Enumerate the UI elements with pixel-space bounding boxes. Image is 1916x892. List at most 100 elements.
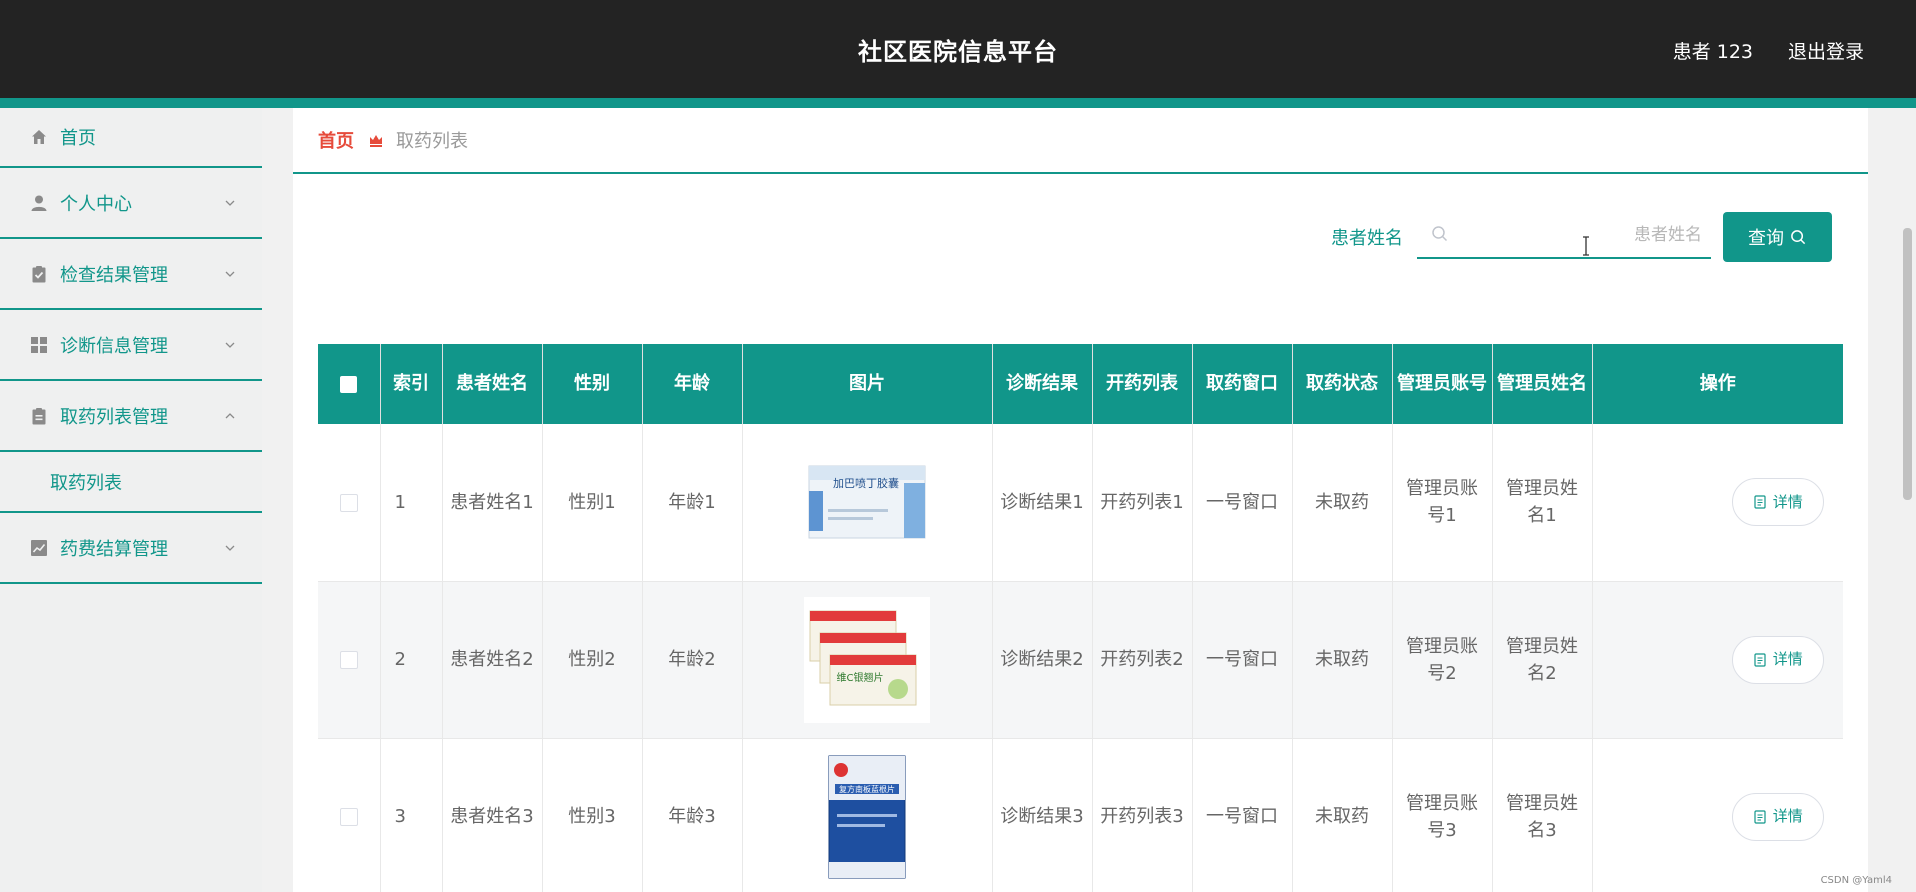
cell-name: 患者姓名3 xyxy=(442,738,543,892)
cell-gender: 性别2 xyxy=(542,581,643,739)
column-header: 年龄 xyxy=(642,344,743,424)
cell-status: 未取药 xyxy=(1292,738,1393,892)
detail-button[interactable]: 详情 xyxy=(1731,635,1824,684)
cell-index: 2 xyxy=(380,581,443,739)
cell-diagnosis: 诊断结果2 xyxy=(992,581,1093,739)
cell-index: 1 xyxy=(380,424,443,582)
crown-icon xyxy=(368,132,384,148)
select-all-cell[interactable] xyxy=(318,344,381,424)
column-header: 索引 xyxy=(380,344,443,424)
chevron-up-icon xyxy=(225,412,235,418)
search-label: 患者姓名 xyxy=(1331,228,1403,249)
sidebar-item-label: 取药列表管理 xyxy=(60,406,168,428)
grid-icon xyxy=(30,336,48,354)
detail-button[interactable]: 详情 xyxy=(1731,792,1824,841)
table-header-row: 索引 患者姓名 性别 年龄 图片 诊断结果 开药列表 取药窗口 取药状态 管理员… xyxy=(318,344,1843,424)
search-icon xyxy=(1432,226,1448,242)
header-accent-stripe xyxy=(0,98,1916,108)
search-field[interactable] xyxy=(1417,211,1711,259)
row-select-cell[interactable] xyxy=(318,581,381,739)
cell-window: 一号窗口 xyxy=(1192,581,1293,739)
chevron-down-icon xyxy=(225,342,235,348)
svg-text:加巴喷丁胶囊: 加巴喷丁胶囊 xyxy=(833,476,899,490)
column-header: 管理员账号 xyxy=(1392,344,1493,424)
cell-age: 年龄2 xyxy=(642,581,743,739)
cell-window: 一号窗口 xyxy=(1192,738,1293,892)
table-row: 1 患者姓名1 性别1 年龄1 加巴喷丁胶囊 诊断结果1 开药列表1 一号窗口 … xyxy=(318,424,1843,582)
cell-name: 患者姓名2 xyxy=(442,581,543,739)
cell-admin-account: 管理员账号3 xyxy=(1392,738,1493,892)
row-select-cell[interactable] xyxy=(318,424,381,582)
column-header: 患者姓名 xyxy=(442,344,543,424)
cell-gender: 性别1 xyxy=(542,424,643,582)
sidebar: 首页 个人中心 检查结果管理 诊断信息管理 取药列表管理 取药列表 药费结算管理 xyxy=(0,108,262,892)
column-header: 取药窗口 xyxy=(1192,344,1293,424)
chevron-down-icon xyxy=(225,545,235,551)
search-input[interactable] xyxy=(1457,219,1702,251)
current-user: 患者 123 xyxy=(1672,41,1753,63)
sidebar-item-diagnosis-info[interactable]: 诊断信息管理 xyxy=(0,310,262,381)
sidebar-item-home[interactable]: 首页 xyxy=(0,108,262,168)
detail-button[interactable]: 详情 xyxy=(1731,478,1824,527)
sidebar-item-pickup-list-mgmt[interactable]: 取药列表管理 xyxy=(0,381,262,452)
detail-button-label: 详情 xyxy=(1772,650,1803,669)
query-button-label: 查询 xyxy=(1748,228,1784,249)
cell-actions: 详情 xyxy=(1592,738,1843,892)
cell-admin-name: 管理员姓名1 xyxy=(1492,424,1593,582)
column-header: 图片 xyxy=(742,344,993,424)
chevron-down-icon xyxy=(225,200,235,206)
pickup-table: 索引 患者姓名 性别 年龄 图片 诊断结果 开药列表 取药窗口 取药状态 管理员… xyxy=(318,344,1843,892)
breadcrumb-current: 取药列表 xyxy=(396,131,468,152)
page-scrollbar-track[interactable] xyxy=(1900,108,1916,892)
clipboard-icon xyxy=(30,407,48,425)
cell-actions: 详情 xyxy=(1592,424,1843,582)
chart-icon xyxy=(30,539,48,557)
sidebar-item-label: 诊断信息管理 xyxy=(60,335,168,357)
row-checkbox[interactable] xyxy=(339,808,358,826)
main-content: 首页 取药列表 患者姓名 查询 索引 患者姓名 性别 xyxy=(293,108,1868,892)
row-select-cell[interactable] xyxy=(318,738,381,892)
row-checkbox[interactable] xyxy=(339,651,358,669)
top-header: 社区医院信息平台 患者 123 退出登录 xyxy=(0,0,1916,98)
cell-admin-name: 管理员姓名2 xyxy=(1492,581,1593,739)
text-cursor-icon xyxy=(1583,236,1589,256)
svg-text:复方南板蓝根片: 复方南板蓝根片 xyxy=(839,784,895,794)
column-header: 性别 xyxy=(542,344,643,424)
select-all-checkbox[interactable] xyxy=(340,375,358,393)
column-header: 操作 xyxy=(1699,373,1736,395)
breadcrumb-home[interactable]: 首页 xyxy=(318,127,354,153)
cell-image: 加巴喷丁胶囊 xyxy=(742,424,993,582)
cell-actions: 详情 xyxy=(1592,581,1843,739)
sidebar-item-fee-settlement[interactable]: 药费结算管理 xyxy=(0,513,262,584)
sidebar-item-profile[interactable]: 个人中心 xyxy=(0,168,262,239)
svg-text:维C银翘片: 维C银翘片 xyxy=(837,671,884,684)
cell-prescription: 开药列表1 xyxy=(1092,424,1193,582)
logout-link[interactable]: 退出登录 xyxy=(1788,37,1864,64)
sidebar-subitem-label: 取药列表 xyxy=(50,472,122,494)
table-row: 3 患者姓名3 性别3 年龄3 复方南板蓝根片 诊断结果3 开药列表3 一号窗口… xyxy=(318,738,1843,892)
sidebar-subitem-pickup-list[interactable]: 取药列表 xyxy=(0,452,262,513)
cell-status: 未取药 xyxy=(1292,424,1393,582)
cell-age: 年龄1 xyxy=(642,424,743,582)
row-checkbox[interactable] xyxy=(339,493,358,512)
cell-index: 3 xyxy=(380,738,443,892)
watermark: CSDN @Yaml4 xyxy=(1820,875,1892,886)
table-row: 2 患者姓名2 性别2 年龄2 维C银翘片 诊断结果2 开药列表2 一号窗口 未… xyxy=(318,581,1843,739)
clipboard-check-icon xyxy=(30,265,48,283)
sidebar-item-label: 个人中心 xyxy=(60,193,132,215)
sidebar-item-label: 检查结果管理 xyxy=(60,264,168,286)
column-header: 开药列表 xyxy=(1092,344,1193,424)
column-header: 管理员姓名 xyxy=(1492,344,1593,424)
query-button[interactable]: 查询 xyxy=(1723,212,1832,262)
document-icon xyxy=(1754,809,1766,824)
cell-status: 未取药 xyxy=(1292,581,1393,739)
medicine-image: 维C银翘片 xyxy=(804,596,930,723)
sidebar-item-label: 药费结算管理 xyxy=(60,538,168,560)
cell-window: 一号窗口 xyxy=(1192,424,1293,582)
sidebar-item-exam-results[interactable]: 检查结果管理 xyxy=(0,239,262,310)
page-scrollbar-thumb[interactable] xyxy=(1903,228,1912,500)
cell-prescription: 开药列表2 xyxy=(1092,581,1193,739)
breadcrumb: 首页 取药列表 xyxy=(293,108,1868,174)
cell-admin-account: 管理员账号2 xyxy=(1392,581,1493,739)
cell-prescription: 开药列表3 xyxy=(1092,738,1193,892)
